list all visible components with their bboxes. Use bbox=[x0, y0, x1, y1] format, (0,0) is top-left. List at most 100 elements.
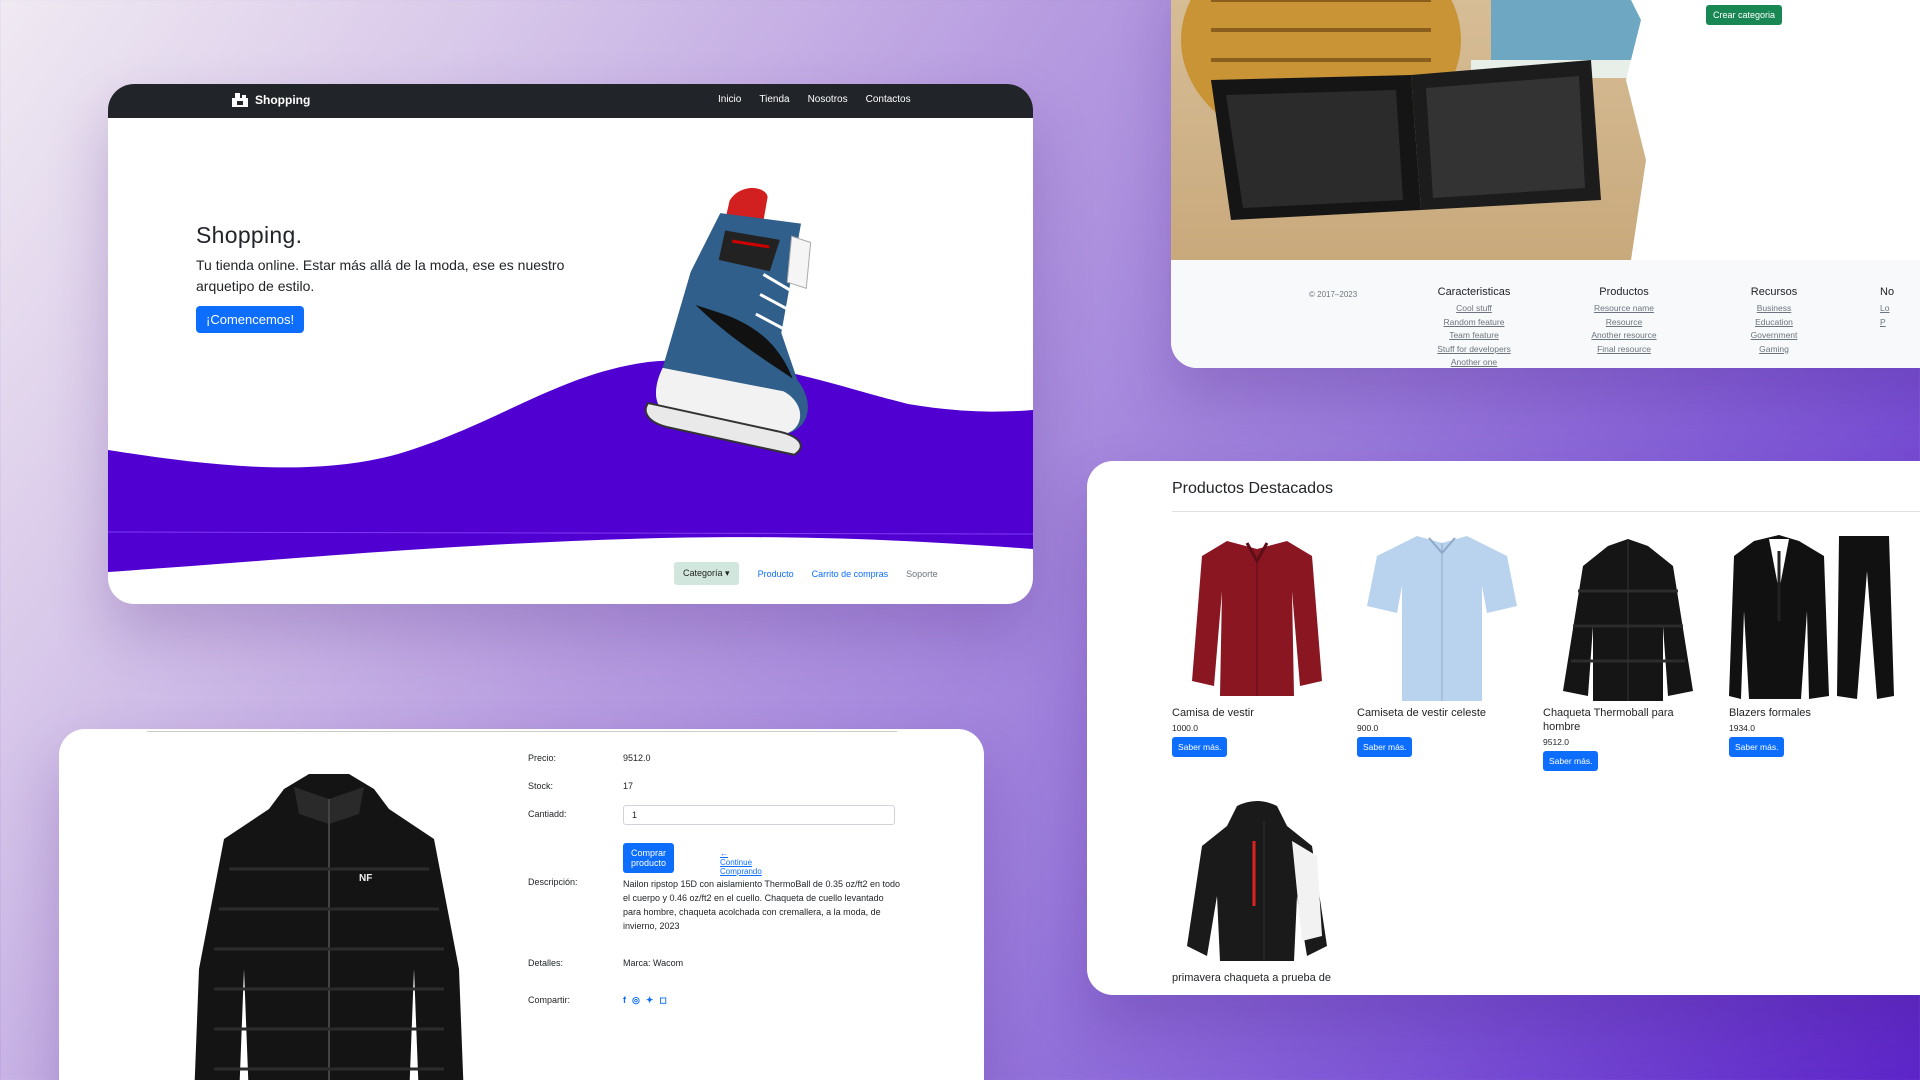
price-label: Precio: bbox=[528, 753, 557, 763]
svg-text:NF: NF bbox=[359, 873, 372, 884]
copyright: © 2017–2023 bbox=[1309, 290, 1358, 299]
footer-link[interactable]: Final resource bbox=[1554, 343, 1694, 357]
product-card: primavera chaqueta a prueba de bbox=[1172, 796, 1342, 985]
link-soporte[interactable]: Soporte bbox=[906, 569, 938, 579]
quantity-label: Cantiadd: bbox=[528, 809, 567, 819]
footer-link[interactable]: Another one bbox=[1404, 356, 1544, 368]
hero-title: Shopping. bbox=[196, 222, 303, 248]
footer-link[interactable]: Gaming bbox=[1704, 343, 1844, 357]
nav-links: Inicio Tienda Nosotros Contactos bbox=[718, 94, 929, 105]
product-image[interactable] bbox=[1172, 796, 1342, 966]
nav-nosotros[interactable]: Nosotros bbox=[808, 94, 848, 105]
footer-link[interactable]: Team feature bbox=[1404, 329, 1544, 343]
product-price: 9512.0 bbox=[1543, 737, 1569, 747]
share-label: Compartir: bbox=[528, 995, 571, 1005]
create-category-button[interactable]: Crear categoria bbox=[1706, 5, 1783, 25]
footer-link[interactable]: Resource name bbox=[1554, 302, 1694, 316]
stock-value: 17 bbox=[623, 781, 634, 791]
footer-col-productos: Productos Resource name Resource Another… bbox=[1554, 286, 1694, 356]
product-price: 1934.0 bbox=[1729, 723, 1755, 733]
navbar: Shopping Inicio Tienda Nosotros Contacto… bbox=[108, 84, 1033, 118]
price-value: 9512.0 bbox=[623, 753, 651, 763]
product-name: Camiseta de vestir celeste bbox=[1357, 707, 1486, 719]
site-footer: © 2017–2023 Caracteristicas Cool stuff R… bbox=[1171, 260, 1920, 368]
start-button[interactable]: ¡Comencemos! bbox=[196, 306, 305, 333]
twitter-icon[interactable]: ✦ bbox=[646, 995, 654, 1006]
quantity-row: Cantiadd: bbox=[528, 805, 895, 825]
description-label: Descripción: bbox=[528, 877, 578, 887]
hero-text: Shopping. Tu tienda online. Estar más al… bbox=[196, 222, 586, 333]
details-value: Marca: Wacom bbox=[623, 958, 684, 968]
learn-more-button[interactable]: Saber más. bbox=[1543, 751, 1599, 771]
footer-col-caracteristicas: Caracteristicas Cool stuff Random featur… bbox=[1404, 286, 1544, 368]
share-row: Compartir: f ◎ ✦ ◻ bbox=[528, 995, 667, 1005]
description-row: Descripción: bbox=[528, 877, 578, 887]
product-image[interactable] bbox=[1357, 531, 1527, 701]
product-price: 900.0 bbox=[1357, 723, 1379, 733]
footer-link[interactable]: Business bbox=[1704, 302, 1844, 316]
footer-col-partial: No Lo P bbox=[1854, 286, 1920, 329]
footer-card: Crear categoria © 2017–2023 Caracteristi… bbox=[1171, 0, 1920, 368]
stock-row: Stock: 17 bbox=[528, 781, 633, 791]
section-title: Productos Destacados bbox=[1172, 480, 1333, 497]
footer-col-title: Productos bbox=[1599, 286, 1649, 298]
product-card: Camiseta de vestir celeste 900.0 Saber m… bbox=[1357, 531, 1527, 757]
nav-contactos[interactable]: Contactos bbox=[866, 94, 911, 105]
hero-subtitle: Tu tienda online. Estar más allá de la m… bbox=[196, 257, 565, 294]
product-name: primavera chaqueta a prueba de bbox=[1172, 972, 1331, 984]
footer-link[interactable]: P bbox=[1880, 316, 1920, 330]
nav-tienda[interactable]: Tienda bbox=[759, 94, 789, 105]
featured-products-card: Productos Destacados Camisa de vestir 10… bbox=[1087, 461, 1920, 995]
secondary-nav: Categoría ▾ Producto Carrito de compras … bbox=[674, 562, 947, 585]
footer-col-recursos: Recursos Business Education Government G… bbox=[1704, 286, 1844, 356]
footer-link[interactable]: Government bbox=[1704, 329, 1844, 343]
footer-link[interactable]: Education bbox=[1704, 316, 1844, 330]
brand-name: Shopping bbox=[255, 93, 311, 107]
product-card: Blazers formales 1934.0 Saber más. bbox=[1729, 531, 1899, 757]
product-card: Camisa de vestir 1000.0 Saber más. bbox=[1172, 531, 1342, 757]
link-producto[interactable]: Producto bbox=[758, 569, 794, 579]
learn-more-button[interactable]: Saber más. bbox=[1172, 737, 1228, 757]
footer-link[interactable]: Lo bbox=[1880, 302, 1920, 316]
category-label: Categoría bbox=[683, 568, 723, 578]
product-image[interactable] bbox=[1543, 531, 1713, 701]
product-image[interactable] bbox=[1172, 531, 1342, 701]
shop-icon bbox=[231, 92, 249, 108]
product-card: Chaqueta Thermoball para hombre 9512.0 S… bbox=[1543, 531, 1713, 771]
product-detail-card: NF Precio: 9512.0 Stock: 17 Cantiadd: Co… bbox=[59, 729, 984, 1080]
whatsapp-icon[interactable]: ◎ bbox=[632, 995, 640, 1006]
buy-product-button[interactable]: Comprar producto bbox=[623, 843, 675, 873]
caret-down-icon: ▾ bbox=[725, 568, 730, 578]
description-text: Nailon ripstop 15D con aislamiento Therm… bbox=[623, 879, 900, 931]
footer-col-title: Recursos bbox=[1750, 286, 1798, 298]
pineapple-beach-image bbox=[1171, 0, 1671, 260]
divider bbox=[1172, 511, 1920, 512]
product-image[interactable] bbox=[1729, 531, 1899, 701]
category-dropdown[interactable]: Categoría ▾ bbox=[674, 562, 739, 585]
footer-link[interactable]: Random feature bbox=[1404, 316, 1544, 330]
hero-card: Shopping Inicio Tienda Nosotros Contacto… bbox=[108, 84, 1033, 604]
instagram-icon[interactable]: ◻ bbox=[659, 995, 666, 1006]
product-name: Blazers formales bbox=[1729, 707, 1811, 719]
product-name: Camisa de vestir bbox=[1172, 707, 1254, 719]
quantity-input[interactable] bbox=[623, 805, 895, 825]
brand-logo[interactable]: Shopping bbox=[231, 92, 310, 108]
footer-link[interactable]: Stuff for developers bbox=[1404, 343, 1544, 357]
footer-link[interactable]: Another resource bbox=[1554, 329, 1694, 343]
learn-more-button[interactable]: Saber más. bbox=[1357, 737, 1413, 757]
footer-col-title: Caracteristicas bbox=[1437, 286, 1511, 298]
price-row: Precio: 9512.0 bbox=[528, 753, 651, 763]
sneaker-image bbox=[644, 187, 812, 456]
divider bbox=[147, 731, 897, 732]
product-price: 1000.0 bbox=[1172, 723, 1198, 733]
details-label: Detalles: bbox=[528, 958, 564, 968]
continue-shopping-link[interactable]: ← Continue Comprando bbox=[720, 849, 762, 876]
footer-col-title: No bbox=[1880, 286, 1895, 298]
footer-link[interactable]: Resource bbox=[1554, 316, 1694, 330]
learn-more-button[interactable]: Saber más. bbox=[1729, 737, 1785, 757]
footer-link[interactable]: Cool stuff bbox=[1404, 302, 1544, 316]
nav-inicio[interactable]: Inicio bbox=[718, 94, 741, 105]
product-name: Chaqueta Thermoball para hombre bbox=[1543, 707, 1674, 733]
link-carrito[interactable]: Carrito de compras bbox=[812, 569, 889, 579]
facebook-icon[interactable]: f bbox=[623, 995, 626, 1006]
